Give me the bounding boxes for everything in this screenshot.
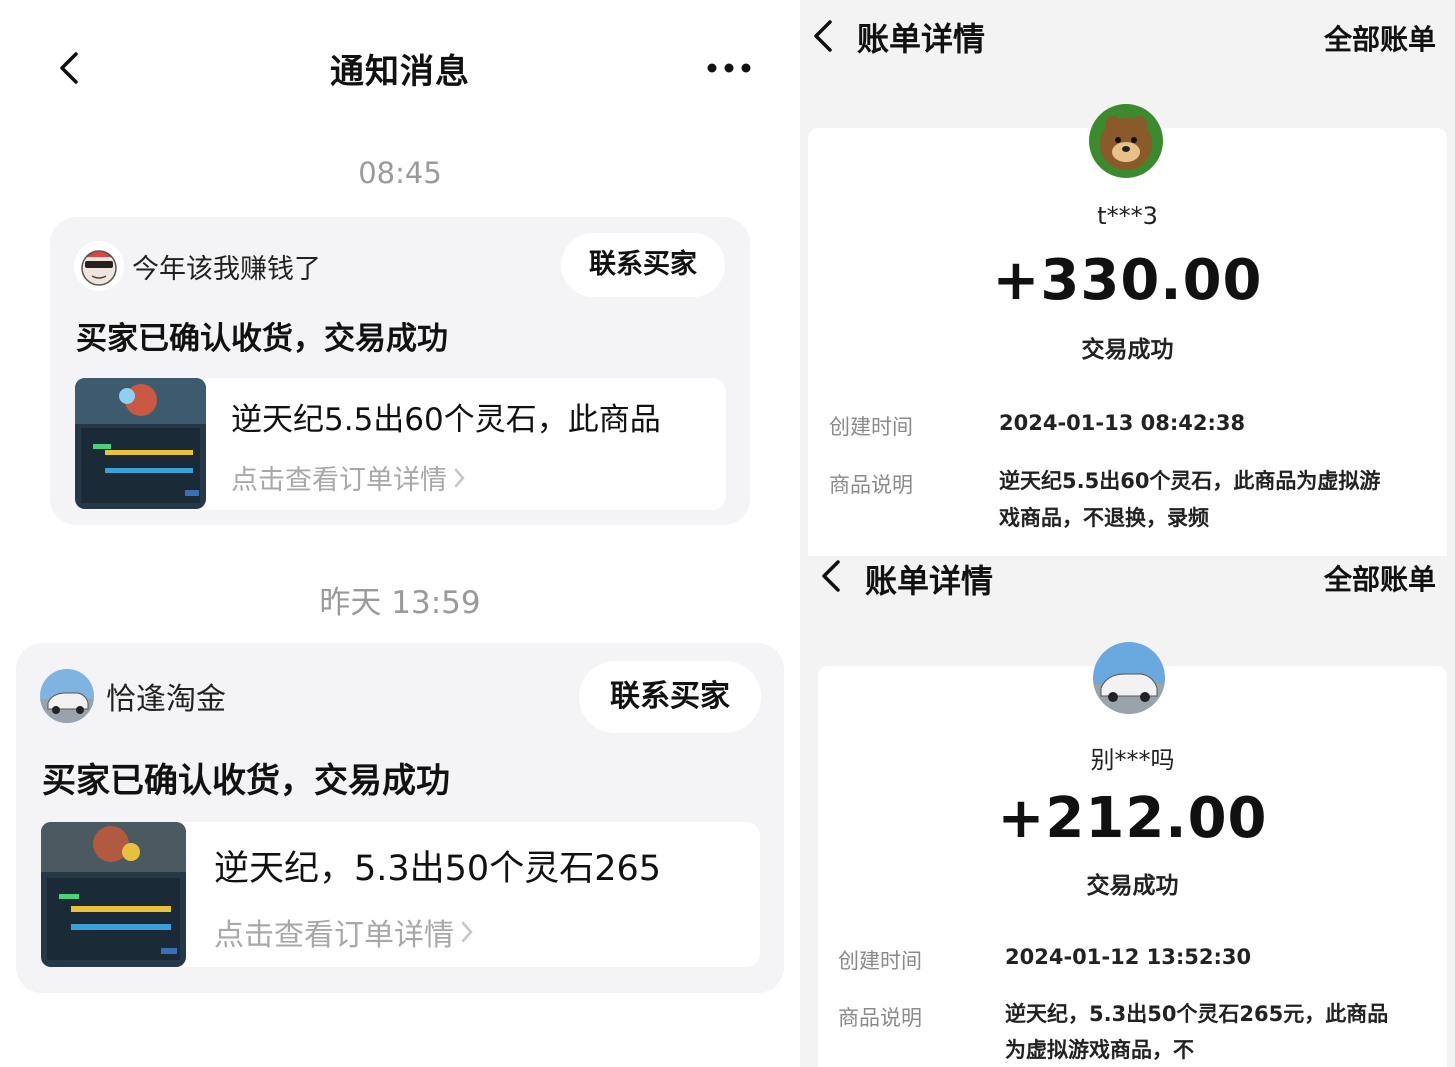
bill-amount: +330.00	[992, 248, 1263, 313]
description-label: 商品说明	[829, 473, 913, 497]
description-line: 逆天纪5.5出60个灵石，此商品为虚拟游	[999, 469, 1381, 493]
bill-title: 账单详情	[857, 20, 986, 58]
contact-buyer-button[interactable]: 联系买家	[561, 233, 725, 297]
chevron-right-icon	[461, 921, 473, 943]
created-time-value: 2024-01-12 13:52:30	[1005, 945, 1252, 969]
product-thumbnail	[41, 822, 186, 967]
order-detail-link-label: 点击查看订单详情	[231, 465, 447, 496]
seller-avatar[interactable]	[74, 241, 124, 291]
bill-card: t***3 +330.00 交易成功 创建时间 2024-01-13 08:42…	[808, 104, 1447, 556]
user-name: 别***吗	[1090, 746, 1175, 774]
bill-status: 交易成功	[1086, 873, 1179, 899]
bill-status: 交易成功	[1081, 337, 1174, 363]
description-line: 为虚拟游戏商品，不	[1005, 1038, 1194, 1062]
user-name: t***3	[1097, 202, 1158, 230]
all-bills-link[interactable]: 全部账单	[1324, 18, 1436, 58]
bill-detail-panel: 账单详情 全部账单 t***3 +330.00 交易成功 创建时间 2024-0…	[800, 0, 1455, 556]
order-detail-link[interactable]: 点击查看订单详情	[214, 910, 478, 954]
chevron-right-icon	[454, 468, 465, 487]
back-icon[interactable]	[808, 16, 840, 56]
created-time-value: 2024-01-13 08:42:38	[999, 411, 1246, 435]
notification-panel: 通知消息 08:45 今年该我赚钱了 联系买家 买家已确认收货，交易成功 逆天纪…	[0, 0, 800, 1067]
description-line: 逆天纪，5.3出50个灵石265元，此商品	[1005, 1002, 1389, 1026]
product-name: 逆天纪5.5出60个灵石，此商品	[231, 402, 661, 438]
contact-buyer-button[interactable]: 联系买家	[579, 661, 761, 733]
user-avatar	[1093, 642, 1165, 714]
user-avatar	[1089, 104, 1163, 178]
all-bills-link[interactable]: 全部账单	[1324, 558, 1436, 598]
notification-card[interactable]: 恰逢淘金 联系买家 买家已确认收货，交易成功 逆天纪，5.3出50个灵石265	[16, 643, 784, 993]
more-icon[interactable]	[700, 50, 760, 86]
created-time-label: 创建时间	[829, 415, 913, 439]
notification-message: 买家已确认收货，交易成功	[42, 761, 450, 801]
seller-name: 恰逢淘金	[106, 682, 226, 717]
order-detail-link[interactable]: 点击查看订单详情	[231, 458, 469, 497]
notification-card[interactable]: 今年该我赚钱了 联系买家 买家已确认收货，交易成功 逆天纪5.5出60个灵石，此…	[50, 217, 750, 525]
product-thumbnail	[75, 378, 206, 509]
notification-message: 买家已确认收货，交易成功	[76, 321, 448, 357]
page-title: 通知消息	[330, 52, 470, 92]
bill-title: 账单详情	[865, 562, 994, 600]
seller-avatar[interactable]	[40, 669, 94, 723]
bill-amount: +212.00	[997, 786, 1268, 851]
time-separator: 昨天 13:59	[319, 585, 481, 621]
order-detail-link-label: 点击查看订单详情	[214, 918, 454, 953]
back-icon[interactable]	[816, 556, 848, 596]
created-time-label: 创建时间	[838, 949, 922, 973]
time-separator: 08:45	[358, 156, 442, 190]
product-name: 逆天纪，5.3出50个灵石265	[214, 849, 662, 889]
description-line: 戏商品，不退换，录频	[999, 506, 1209, 530]
seller-name: 今年该我赚钱了	[132, 253, 321, 285]
bill-detail-panel: 账单详情 全部账单 别***吗 +212.00 交易成功 创建时间 2024-0…	[800, 556, 1455, 1067]
description-label: 商品说明	[838, 1006, 922, 1030]
product-entry[interactable]: 逆天纪，5.3出50个灵石265 点击查看订单详情	[41, 822, 760, 967]
bill-card: 别***吗 +212.00 交易成功 创建时间 2024-01-12 13:52…	[818, 642, 1447, 1067]
product-entry[interactable]: 逆天纪5.5出60个灵石，此商品 点击查看订单详情	[75, 378, 726, 510]
